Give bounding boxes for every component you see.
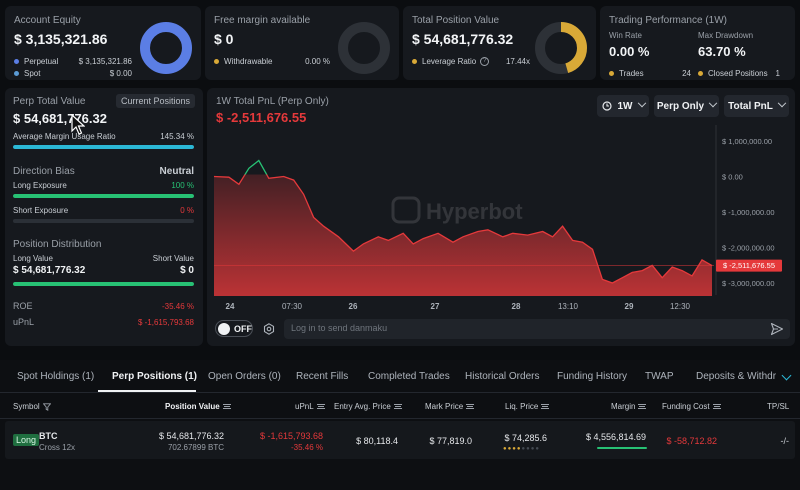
y-tick-label: $ 0.00	[722, 173, 743, 182]
header-margin[interactable]: Margin	[611, 402, 647, 411]
sort-icon	[466, 404, 475, 409]
x-tick-label: 12:30	[670, 302, 691, 311]
row-margin: $ 4,556,814.69	[585, 432, 646, 442]
tab-twap[interactable]: TWAP	[645, 371, 674, 382]
settings-icon[interactable]	[263, 323, 275, 335]
tab-perp-positions[interactable]: Perp Positions (1)	[112, 371, 197, 382]
danmaku-placeholder: Log in to send danmaku	[291, 323, 388, 333]
row-tpsl: -/-	[780, 436, 790, 446]
header-tpsl: TP/SL	[767, 402, 790, 411]
x-tick-label: 28	[512, 302, 521, 311]
toggle-label: OFF	[234, 323, 252, 334]
row-coin[interactable]: BTC	[39, 431, 58, 441]
row-upnl-pct: -35.46 %	[290, 443, 323, 452]
liq-risk-dots: ●●●●●●●●	[503, 446, 540, 452]
row-upnl: $ -1,615,793.68	[259, 431, 323, 441]
margin-ratio-bar	[597, 447, 647, 449]
x-tick-label: 26	[349, 302, 358, 311]
header-funding-cost[interactable]: Funding Cost	[662, 402, 721, 411]
tab-spot-holdings[interactable]: Spot Holdings (1)	[17, 371, 94, 382]
tabs-divider	[0, 392, 800, 393]
pnl-chart: Hyperbot $ 1,000,000.00 $ 0.00 $ -1,000,00…	[213, 125, 782, 311]
table-header-divider	[0, 418, 800, 419]
current-value-label: $ -2,511,676.55	[723, 261, 775, 270]
y-tick-label: $ 1,000,000.00	[722, 137, 772, 146]
tab-funding-history[interactable]: Funding History	[557, 371, 627, 382]
row-margin-mode: Cross 12x	[39, 443, 76, 452]
sort-icon	[541, 404, 550, 409]
tab-completed-trades[interactable]: Completed Trades	[368, 371, 450, 382]
x-tick-label: 27	[431, 302, 440, 311]
header-position-value[interactable]: Position Value	[165, 402, 231, 411]
row-liq-price: $ 74,285.6	[504, 433, 547, 443]
tab-historical-orders[interactable]: Historical Orders	[465, 371, 539, 382]
tab-deposits-withdraw[interactable]: Deposits & Withdraw	[696, 371, 776, 382]
header-upnl[interactable]: uPnL	[295, 402, 325, 411]
danmaku-input[interactable]: Log in to send danmaku	[284, 319, 790, 339]
x-tick-label: 29	[625, 302, 634, 311]
row-funding-cost: $ -58,712.82	[666, 436, 717, 446]
tab-recent-fills[interactable]: Recent Fills	[296, 371, 348, 382]
pnl-area	[214, 174, 712, 296]
sort-icon	[316, 404, 325, 409]
send-icon[interactable]	[770, 322, 784, 336]
x-tick-label: 07:30	[282, 302, 303, 311]
header-mark-price[interactable]: Mark Price	[425, 402, 475, 411]
row-position-value: $ 54,681,776.32	[158, 431, 224, 441]
filter-icon[interactable]	[42, 402, 51, 411]
danmaku-toggle[interactable]: OFF	[215, 320, 253, 337]
header-liq-price[interactable]: Liq. Price	[505, 402, 550, 411]
sort-icon	[638, 404, 647, 409]
side-badge: Long	[13, 434, 40, 446]
y-tick-label: $ -1,000,000.00	[722, 208, 775, 217]
header-symbol[interactable]: Symbol	[13, 402, 51, 411]
watermark-text: Hyperbot	[426, 199, 523, 224]
chart-watermark: Hyperbot	[391, 196, 523, 224]
sort-icon	[393, 404, 402, 409]
sort-icon	[222, 404, 231, 409]
tab-open-orders[interactable]: Open Orders (0)	[208, 371, 281, 382]
y-tick-label: $ -2,000,000.00	[722, 244, 775, 253]
sort-icon	[712, 404, 721, 409]
y-tick-label: $ -3,000,000.00	[722, 279, 775, 288]
row-mark-price: $ 77,819.0	[429, 436, 472, 446]
header-entry-price[interactable]: Entry Avg. Price	[334, 402, 402, 411]
x-tick-label: 24	[226, 302, 235, 311]
row-entry-price: $ 80,118.4	[356, 436, 398, 446]
toggle-knob	[218, 322, 230, 335]
x-tick-label: 13:10	[558, 302, 579, 311]
current-value-tag: $ -2,511,676.55	[716, 259, 782, 272]
row-position-size: 702.67899 BTC	[167, 443, 224, 452]
